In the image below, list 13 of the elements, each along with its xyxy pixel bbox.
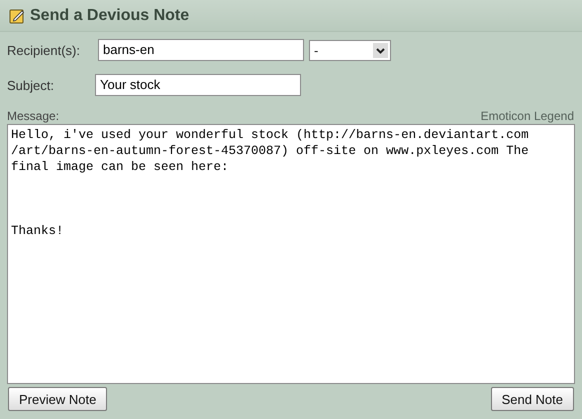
emoticon-legend-link[interactable]: Emoticon Legend (480, 109, 574, 123)
window-title: Send a Devious Note (30, 6, 190, 24)
recipient-dropdown[interactable]: - (309, 40, 391, 60)
subject-field[interactable]: Your stock (95, 74, 301, 96)
recipient-field[interactable]: barns-en (98, 39, 304, 61)
message-label: Message: (7, 109, 60, 123)
send-note-button[interactable]: Send Note (490, 387, 574, 411)
subject-label: Subject: (7, 78, 55, 92)
caret-icon (373, 42, 388, 58)
message-field[interactable]: Hello, i've used your wonderful stock (http://barns-en.deviantart.com /art/barns-en-autumn-forest-45370087) off-site on www.pxleyes.com The final image can be seen here: Thanks! (7, 124, 575, 384)
recipient-label: Recipient(s): (7, 42, 81, 58)
preview-note-button[interactable]: Preview Note (8, 387, 108, 411)
note-icon (9, 8, 25, 24)
